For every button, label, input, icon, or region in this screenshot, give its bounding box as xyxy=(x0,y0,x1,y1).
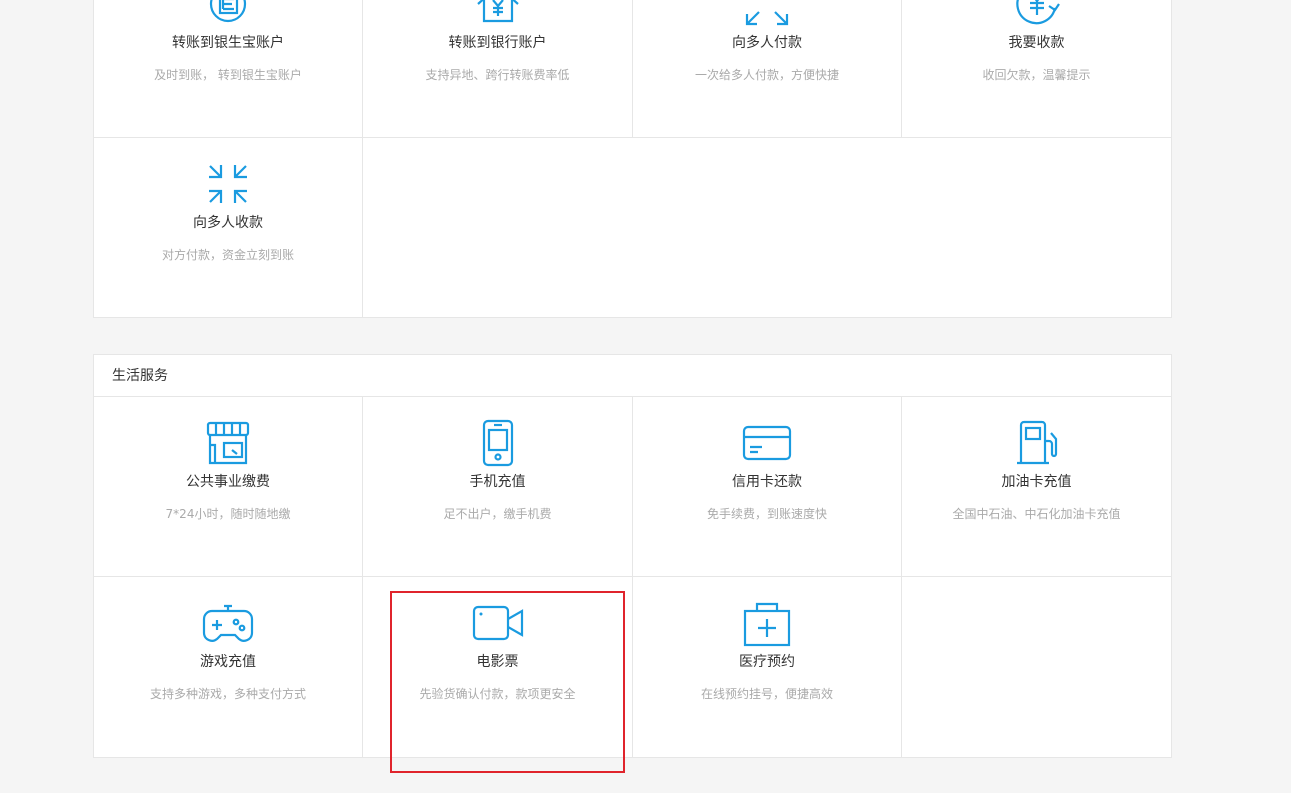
service-game-recharge[interactable]: 游戏充值 支持多种游戏，多种支付方式 xyxy=(94,577,363,757)
service-title: 游戏充值 xyxy=(200,654,256,670)
service-desc: 支持多种游戏，多种支付方式 xyxy=(149,687,306,701)
service-desc: 收回欠款，温馨提示 xyxy=(982,68,1091,82)
service-title: 公共事业缴费 xyxy=(186,474,270,490)
service-credit-card[interactable]: 信用卡还款 免手续费，到账速度快 xyxy=(633,397,902,577)
life-services-panel: 生活服务 公共事业缴费 7*24小时，随时随地缴 手机充值 足不出户，缴手机费 … xyxy=(93,354,1172,758)
service-medical-appointment[interactable]: 医疗预约 在线预约挂号，便捷高效 xyxy=(633,577,902,757)
service-fuel-card[interactable]: 加油卡充值 全国中石油、中石化加油卡充值 xyxy=(902,397,1171,577)
gamepad-icon xyxy=(202,597,254,649)
service-mobile-recharge[interactable]: 手机充值 足不出户，缴手机费 xyxy=(363,397,633,577)
service-desc: 对方付款，资金立刻到账 xyxy=(161,248,294,262)
service-receive-payment[interactable]: 我要收款 收回欠款，温馨提示 xyxy=(902,0,1171,138)
service-title: 向多人收款 xyxy=(193,215,263,231)
transfer-services-panel: 转账到银生宝账户 及时到账， 转到银生宝账户 转账到银行账户 支持异地、跨行转账… xyxy=(93,0,1172,318)
service-desc: 支持异地、跨行转账费率低 xyxy=(425,68,570,82)
store-icon xyxy=(202,417,254,469)
section-title: 生活服务 xyxy=(94,355,1171,397)
service-desc: 7*24小时，随时随地缴 xyxy=(165,507,291,521)
expand-arrows-icon xyxy=(741,0,793,30)
service-pay-multiple[interactable]: 向多人付款 一次给多人付款，方便快捷 xyxy=(633,0,902,138)
service-title: 信用卡还款 xyxy=(732,474,802,490)
fuel-pump-icon xyxy=(1011,417,1063,469)
service-transfer-to-account[interactable]: 转账到银生宝账户 及时到账， 转到银生宝账户 xyxy=(94,0,363,138)
medical-kit-icon xyxy=(741,597,793,649)
service-desc: 免手续费，到账速度快 xyxy=(706,507,827,521)
service-collect-multiple[interactable]: 向多人收款 对方付款，资金立刻到账 xyxy=(94,138,363,318)
service-title: 加油卡充值 xyxy=(1001,474,1072,490)
empty-cell xyxy=(902,577,1171,757)
service-desc: 一次给多人付款，方便快捷 xyxy=(694,68,839,82)
transfer-account-icon xyxy=(202,0,254,30)
video-camera-icon xyxy=(472,597,524,649)
service-desc: 全国中石油、中石化加油卡充值 xyxy=(952,507,1121,521)
service-title: 手机充值 xyxy=(469,474,526,490)
service-desc: 及时到账， 转到银生宝账户 xyxy=(154,68,302,82)
yuan-refresh-icon xyxy=(1011,0,1063,30)
service-title: 转账到银行账户 xyxy=(448,35,547,51)
credit-card-icon xyxy=(741,417,793,469)
service-transfer-to-bank[interactable]: 转账到银行账户 支持异地、跨行转账费率低 xyxy=(363,0,633,138)
mobile-phone-icon xyxy=(472,417,524,469)
service-title: 电影票 xyxy=(476,654,519,670)
service-title: 向多人付款 xyxy=(732,35,802,51)
empty-cell xyxy=(363,138,1171,318)
service-desc: 足不出户，缴手机费 xyxy=(443,507,552,521)
service-movie-tickets[interactable]: 电影票 先验货确认付款，款项更安全 xyxy=(363,577,633,757)
collapse-arrows-icon xyxy=(202,158,254,210)
service-desc: 先验货确认付款，款项更安全 xyxy=(419,687,576,701)
service-title: 医疗预约 xyxy=(739,654,795,670)
service-utility-bills[interactable]: 公共事业缴费 7*24小时，随时随地缴 xyxy=(94,397,363,577)
service-title: 我要收款 xyxy=(1008,35,1065,51)
bank-house-yuan-icon xyxy=(472,0,524,30)
service-desc: 在线预约挂号，便捷高效 xyxy=(700,687,833,701)
service-title: 转账到银生宝账户 xyxy=(172,35,284,51)
